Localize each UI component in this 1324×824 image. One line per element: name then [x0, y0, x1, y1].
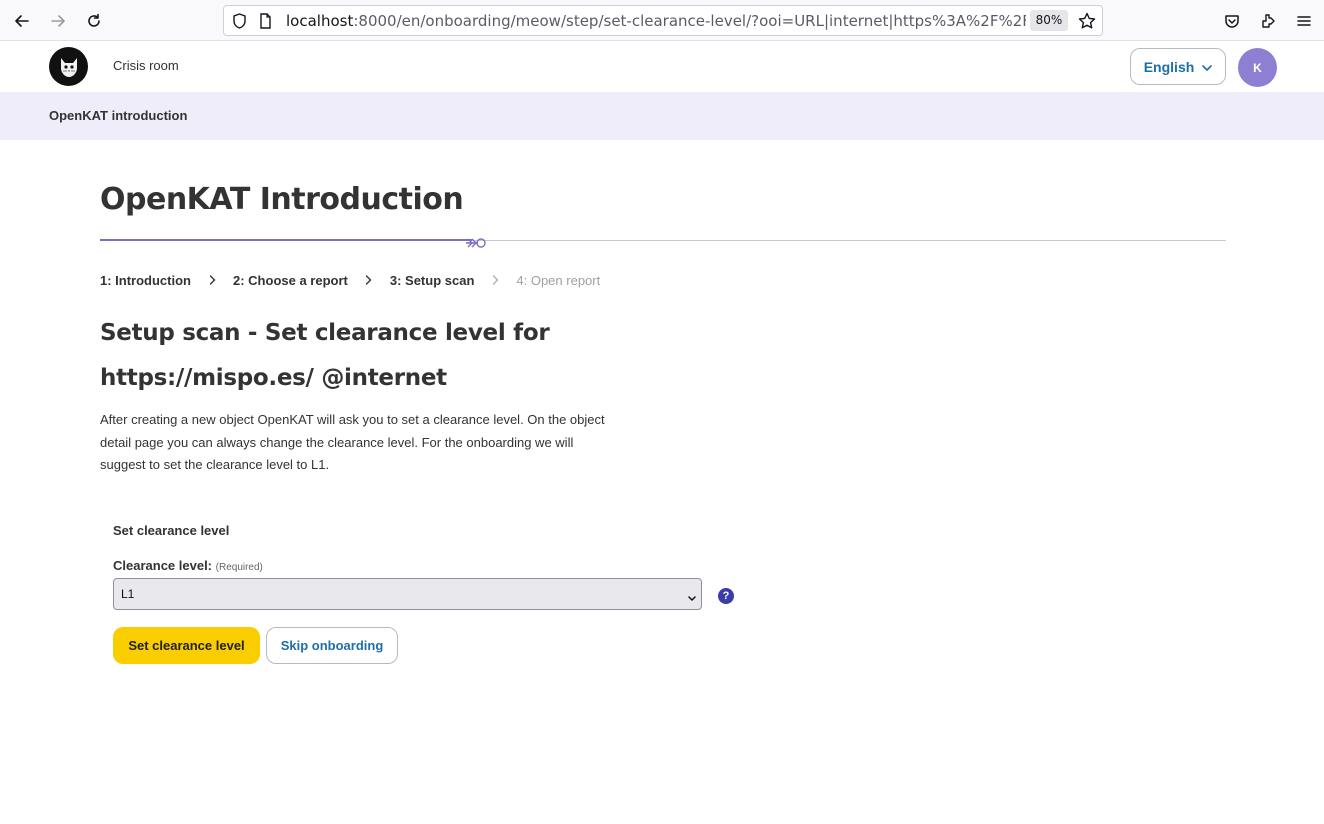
- step-introduction[interactable]: 1: Introduction: [100, 273, 191, 288]
- form-title: Set clearance level: [113, 523, 230, 538]
- section-title: Setup scan - Set clearance level for htt…: [100, 320, 550, 391]
- step-open-report: 4: Open report: [516, 272, 601, 288]
- field-label-text: Clearance level:: [113, 558, 213, 573]
- set-clearance-level-button[interactable]: Set clearance level: [113, 627, 260, 664]
- zoom-level-badge[interactable]: 80%: [1030, 10, 1068, 31]
- clearance-level-select[interactable]: L1: [113, 578, 702, 610]
- forward-arrow-icon[interactable]: [46, 9, 70, 33]
- help-icon[interactable]: ?: [718, 588, 734, 604]
- chevron-down-icon: [688, 591, 696, 605]
- back-arrow-icon[interactable]: [10, 9, 34, 33]
- intro-paragraph: After creating a new object OpenKAT will…: [100, 412, 605, 472]
- extensions-icon[interactable]: [1256, 9, 1280, 33]
- chevron-right-icon: [474, 275, 516, 285]
- cat-logo-icon[interactable]: [49, 47, 88, 86]
- nav-link-crisis-room[interactable]: Crisis room: [113, 58, 179, 73]
- reload-icon[interactable]: [82, 9, 106, 33]
- address-bar[interactable]: localhost:8000/en/onboarding/meow/step/s…: [223, 5, 1103, 36]
- chevron-down-icon: [1202, 59, 1213, 75]
- user-avatar[interactable]: K: [1238, 48, 1277, 87]
- menu-icon[interactable]: [1292, 9, 1316, 33]
- clearance-level-label: Clearance level: (Required): [113, 558, 263, 573]
- page-title: OpenKAT Introduction: [100, 182, 464, 217]
- progress-fill: [100, 239, 472, 241]
- skip-onboarding-button[interactable]: Skip onboarding: [266, 627, 398, 664]
- selected-value: L1: [121, 587, 135, 601]
- pocket-icon[interactable]: [1220, 9, 1244, 33]
- onboarding-stepper: 1: Introduction 2: Choose a report 3: Se…: [100, 270, 600, 290]
- page-info-icon[interactable]: [259, 13, 272, 33]
- required-hint: (Required): [215, 562, 263, 573]
- sub-navigation: OpenKAT introduction: [0, 92, 1324, 140]
- bookmark-star-icon[interactable]: [1078, 12, 1096, 34]
- subnav-title: OpenKAT introduction: [49, 108, 188, 123]
- chevron-right-icon: [348, 275, 390, 285]
- step-setup-scan[interactable]: 3: Setup scan: [390, 273, 475, 288]
- url-text[interactable]: localhost:8000/en/onboarding/meow/step/s…: [286, 12, 1026, 30]
- language-label: English: [1143, 58, 1195, 75]
- shield-icon[interactable]: [232, 13, 247, 33]
- app-header: Crisis room English K: [0, 41, 1324, 92]
- step-choose-report[interactable]: 2: Choose a report: [233, 273, 348, 288]
- language-selector-button[interactable]: English: [1130, 48, 1226, 85]
- progress-arrow-icon: [465, 234, 489, 253]
- chevron-right-icon: [191, 275, 233, 285]
- browser-toolbar: localhost:8000/en/onboarding/meow/step/s…: [0, 0, 1324, 41]
